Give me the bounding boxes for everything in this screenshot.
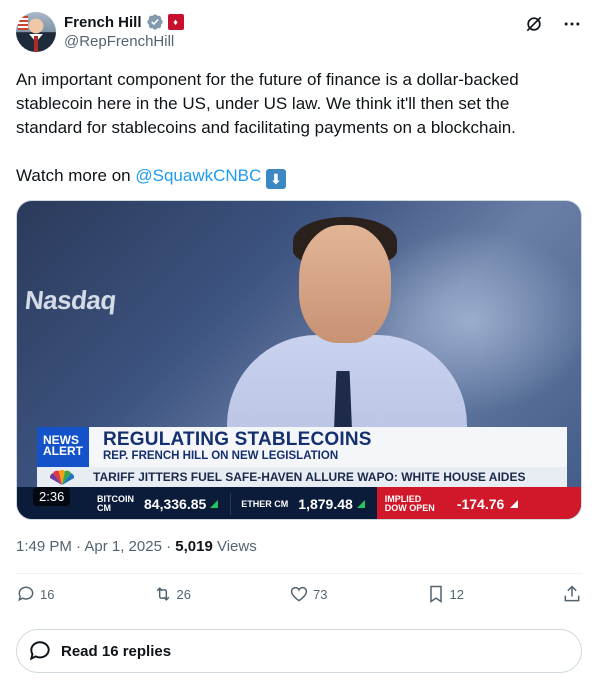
read-replies-label: Read 16 replies	[61, 642, 172, 660]
avatar[interactable]	[16, 12, 56, 52]
tweet-actions: 16 26 73 12	[16, 584, 582, 604]
bookmark-button[interactable]: 12	[426, 584, 464, 604]
like-count: 73	[313, 586, 328, 602]
like-button[interactable]: 73	[289, 584, 327, 604]
read-replies-button[interactable]: Read 16 replies	[16, 629, 582, 673]
dow-label: IMPLIED DOW OPEN	[385, 495, 435, 513]
grok-icon[interactable]	[524, 14, 544, 34]
presenter-head	[299, 225, 391, 343]
share-icon	[564, 585, 580, 602]
up-triangle-icon	[356, 500, 365, 508]
tweet-text: An important component for the future of…	[16, 68, 576, 213]
watch-prefix: Watch more on	[16, 166, 136, 185]
views-count: 5,019	[175, 538, 213, 555]
reply-bubble-icon	[29, 641, 50, 661]
news-alert-line2: ALERT	[43, 444, 83, 458]
up-triangle-icon	[510, 500, 519, 508]
more-dots-icon[interactable]	[562, 14, 582, 34]
tweet-paragraph: An important component for the future of…	[16, 70, 519, 137]
share-button[interactable]	[562, 584, 582, 604]
news-alert-badge: NEWS ALERT	[37, 427, 89, 467]
nasdaq-logo: Nasdaq	[23, 285, 118, 315]
video-subheadline: REP. FRENCH HILL ON NEW LEGISLATION	[103, 450, 339, 462]
market-ticker: BITCOIN CM 84,336.85 ETHER CM 1,879.48 I…	[17, 487, 581, 519]
reply-icon	[18, 586, 34, 602]
repost-icon	[156, 587, 169, 601]
author-handle[interactable]: @RepFrenchHill	[64, 33, 174, 50]
bitcoin-value: 84,336.85	[144, 496, 207, 512]
ticker-separator	[230, 493, 232, 515]
reply-count: 16	[40, 586, 55, 602]
avatar-tie	[34, 36, 38, 52]
divider	[16, 573, 582, 574]
dow-label-line2: DOW OPEN	[384, 503, 435, 513]
author-name-row: French Hill ♦	[64, 13, 184, 31]
down-arrow-emoji-icon: ⬇	[266, 169, 286, 189]
mention-link[interactable]: @SquawkCNBC	[135, 166, 261, 185]
timestamp[interactable]: 1:49 PM · Apr 1, 2025	[16, 538, 162, 555]
author-display-name[interactable]: French Hill	[64, 14, 142, 31]
tweet-watch-line: Watch more on @SquawkCNBC ⬇	[16, 164, 576, 189]
bookmark-icon	[429, 585, 442, 603]
reply-button[interactable]: 16	[16, 584, 54, 604]
video-duration: 2:36	[33, 487, 71, 506]
news-ticker: TARIFF JITTERS FUEL SAFE-HAVEN ALLURE WA…	[37, 467, 567, 487]
repost-button[interactable]: 26	[153, 584, 191, 604]
video-headline: REGULATING STABLECOINS	[103, 429, 372, 450]
ether-value: 1,879.48	[298, 496, 353, 512]
ether-label: ETHER CM	[241, 498, 289, 509]
dow-value: -174.76	[456, 496, 505, 512]
repost-count: 26	[176, 586, 191, 602]
alert-banner: NEWS ALERT REGULATING STABLECOINS REP. F…	[37, 427, 567, 467]
dow-ticker: IMPLIED DOW OPEN -174.76	[376, 487, 581, 519]
verified-badge-icon	[146, 14, 163, 30]
views-label: Views	[212, 538, 257, 555]
flag-decoration	[18, 16, 28, 30]
bookmark-count: 12	[449, 586, 464, 602]
heart-icon	[290, 586, 308, 602]
us-house-badge-icon: ♦	[167, 14, 184, 30]
meta-separator: ·	[161, 538, 176, 555]
bitcoin-label: BITCOIN CM	[97, 495, 134, 513]
up-triangle-icon	[210, 500, 219, 508]
bitcoin-label-line2: CM	[97, 503, 111, 513]
tweet-meta: 1:49 PM · Apr 1, 2025 · 5,019 Views	[16, 538, 257, 555]
top-actions	[524, 14, 582, 34]
video-player[interactable]: Nasdaq NEWS ALERT REGULATING STABLECOINS…	[16, 200, 582, 520]
cnbc-peacock-icon	[49, 470, 75, 485]
